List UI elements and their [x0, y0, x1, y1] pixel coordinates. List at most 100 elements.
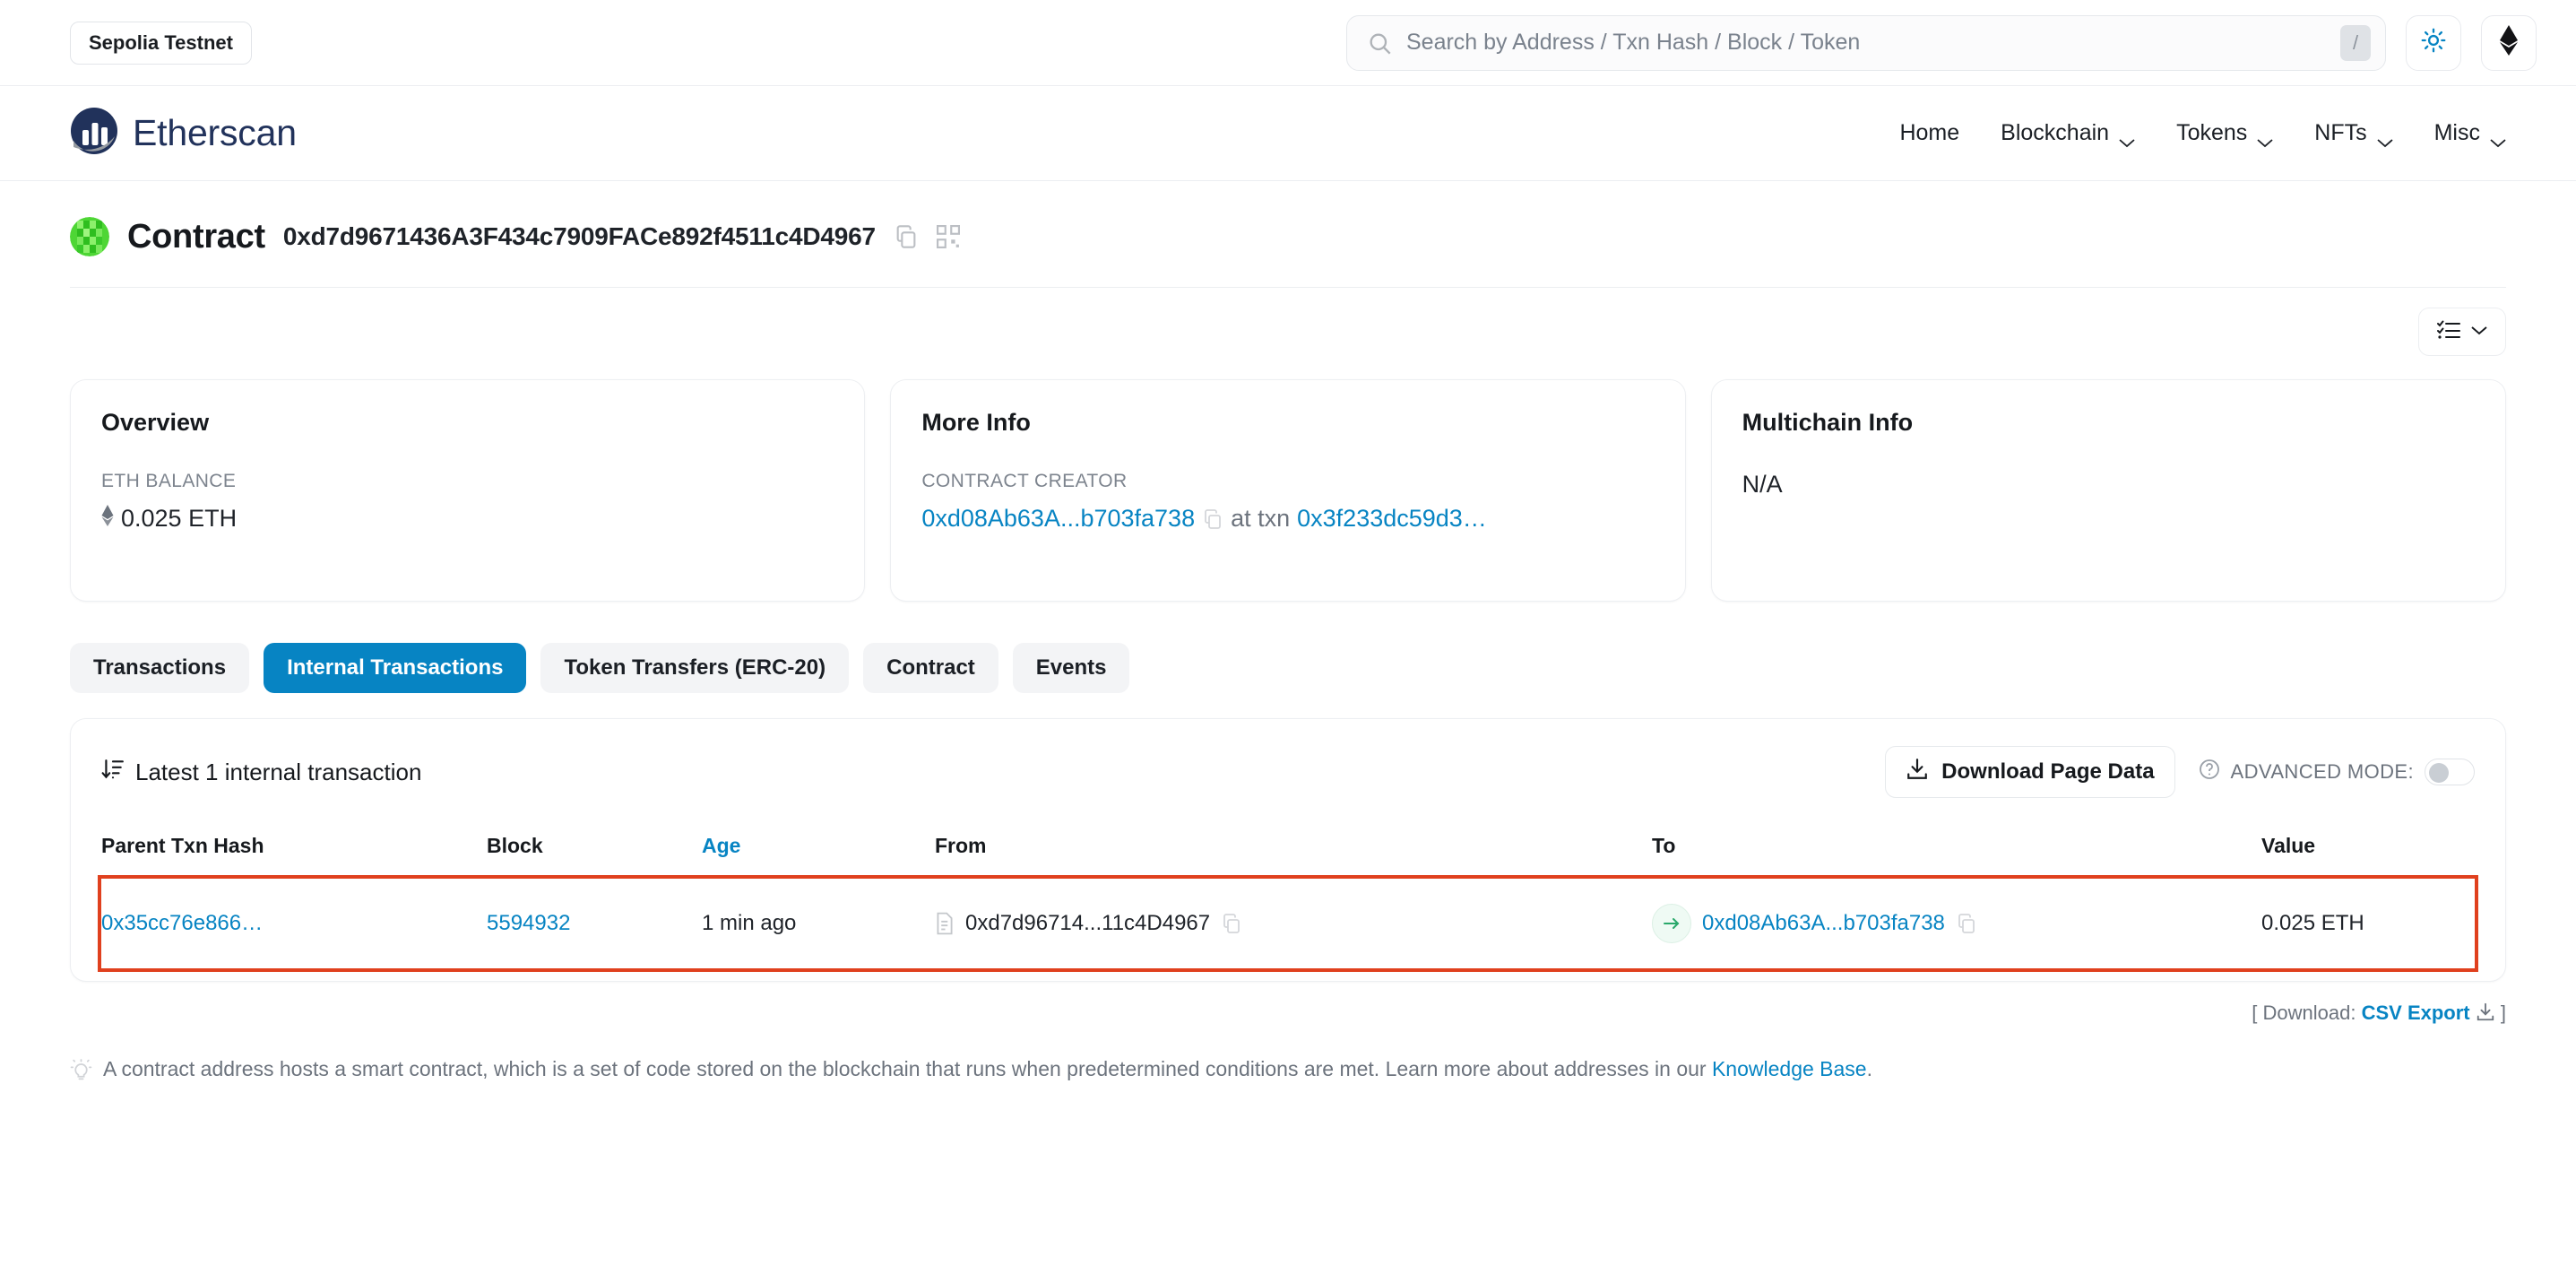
eth-balance-label: ETH BALANCE [101, 471, 237, 491]
block-link[interactable]: 5594932 [487, 911, 570, 935]
internal-transactions-panel: Latest 1 internal transaction Download P… [70, 718, 2506, 982]
cell-from: 0xd7d96714...11c4D4967 [935, 879, 1652, 969]
at-txn-label: at txn [1231, 505, 1291, 532]
copy-icon[interactable] [1221, 913, 1242, 934]
view-options-button[interactable] [2418, 308, 2506, 356]
copy-icon[interactable] [894, 224, 919, 249]
nav-item-home[interactable]: Home [1899, 120, 1959, 146]
contract-creator-row: 0xd08Ab63A...b703fa738 at txn 0x3f233dc5… [921, 505, 1654, 533]
table-header-row: Parent Txn Hash Block Age From To Value [101, 823, 2475, 879]
multichain-card-title: Multichain Info [1742, 409, 1914, 436]
overview-card-title: Overview [101, 409, 210, 436]
search-icon [1367, 30, 1392, 56]
cell-parent-txn-hash: 0x35cc76e866… [101, 879, 487, 969]
multichain-info-card: Multichain Info N/A [1710, 379, 2506, 602]
tab-transactions[interactable]: Transactions [70, 643, 250, 693]
column-to: To [1652, 823, 2261, 879]
csv-export-prefix: [ Download: [2252, 1002, 2362, 1024]
ethereum-diamond-icon [2499, 25, 2519, 60]
chevron-down-icon [2377, 128, 2393, 148]
download-page-data-label: Download Page Data [1941, 759, 2155, 784]
internal-transactions-table: Parent Txn Hash Block Age From To Value … [98, 823, 2478, 972]
to-address-link[interactable]: 0xd08Ab63A...b703fa738 [1702, 911, 1945, 936]
arrow-right-icon [1652, 904, 1691, 943]
main-navigation: Etherscan Home Blockchain Tokens NFTs Mi… [0, 86, 2576, 181]
knowledge-base-link[interactable]: Knowledge Base [1712, 1057, 1867, 1080]
overview-card: Overview ETH BALANCE 0.025 ETH [70, 379, 866, 602]
column-age[interactable]: Age [702, 823, 935, 879]
tab-events[interactable]: Events [1012, 643, 1130, 693]
panel-heading-group: Latest 1 internal transaction [101, 758, 421, 787]
chevron-down-icon [2257, 128, 2273, 148]
tab-internal-transactions[interactable]: Internal Transactions [264, 643, 527, 693]
nav-item-blockchain[interactable]: Blockchain [2001, 120, 2135, 148]
panel-heading-text: Latest 1 internal transaction [135, 758, 422, 785]
note-text-group: A contract address hosts a smart contrac… [103, 1057, 1872, 1081]
csv-export-row: [ Download: CSV Export ] [0, 982, 2576, 1025]
download-page-data-button[interactable]: Download Page Data [1885, 746, 2175, 798]
top-utility-bar: Sepolia Testnet / [0, 0, 2576, 86]
advanced-mode-label: ADVANCED MODE: [2230, 760, 2414, 783]
table-row[interactable]: 0x35cc76e866… 5594932 1 min ago 0xd7d967… [98, 874, 2478, 972]
nav-item-label: Blockchain [2001, 120, 2110, 145]
column-from: From [935, 823, 1652, 879]
table-panel-wrap: Latest 1 internal transaction Download P… [0, 693, 2576, 982]
panel-header: Latest 1 internal transaction Download P… [71, 719, 2505, 823]
sun-icon [2421, 28, 2446, 57]
nav-item-tokens[interactable]: Tokens [2176, 120, 2273, 148]
options-row [0, 288, 2576, 365]
nav-item-misc[interactable]: Misc [2434, 120, 2506, 148]
more-info-card-title: More Info [921, 409, 1031, 436]
nav-links: Home Blockchain Tokens NFTs Misc [1899, 120, 2506, 148]
address-identicon [70, 217, 109, 256]
csv-export-link[interactable]: CSV Export [2362, 1002, 2470, 1024]
network-selector[interactable]: Sepolia Testnet [70, 21, 252, 65]
advanced-mode-group: ADVANCED MODE: [2199, 759, 2475, 785]
parent-txn-hash-link[interactable]: 0x35cc76e866… [101, 911, 263, 935]
nav-item-nfts[interactable]: NFTs [2314, 120, 2393, 148]
from-group: 0xd7d96714...11c4D4967 [935, 911, 1652, 936]
chevron-down-icon [2119, 128, 2135, 148]
nav-item-label: Home [1899, 120, 1960, 145]
chain-selector-button[interactable] [2481, 14, 2537, 71]
multichain-value: N/A [1742, 471, 1783, 498]
chevron-down-icon [2471, 324, 2487, 340]
chevron-down-icon [2490, 128, 2506, 148]
note-end: . [1866, 1057, 1872, 1080]
contract-creator-address-link[interactable]: 0xd08Ab63A...b703fa738 [921, 505, 1195, 533]
eth-balance-value-row: 0.025 ETH [101, 505, 834, 533]
cell-to: 0xd08Ab63A...b703fa738 [1652, 879, 2261, 969]
sort-descending-icon[interactable] [101, 758, 125, 787]
csv-export-suffix: ] [2500, 1002, 2506, 1024]
nav-item-label: NFTs [2314, 120, 2367, 145]
advanced-mode-toggle[interactable] [2425, 759, 2475, 785]
more-info-card: More Info CONTRACT CREATOR 0xd08Ab63A...… [890, 379, 1686, 602]
search-bar[interactable]: / [1346, 14, 2386, 71]
creation-txn-link[interactable]: 0x3f233dc59d3… [1297, 505, 1487, 533]
ethereum-diamond-icon [101, 505, 114, 533]
search-input[interactable] [1392, 30, 2340, 56]
content-tabs: Transactions Internal Transactions Token… [0, 602, 2576, 693]
table-body: 0x35cc76e866… 5594932 1 min ago 0xd7d967… [98, 874, 2478, 972]
question-circle-icon[interactable] [2199, 759, 2220, 785]
eth-balance-value: 0.025 ETH [121, 505, 238, 532]
download-icon[interactable] [2476, 1002, 2501, 1024]
table-container: Parent Txn Hash Block Age From To Value … [71, 823, 2505, 981]
copy-icon[interactable] [1202, 508, 1223, 530]
contract-address: 0xd7d9671436A3F434c7909FACe892f4511c4D49… [282, 222, 876, 250]
qr-code-icon[interactable] [936, 225, 960, 248]
tab-token-transfers[interactable]: Token Transfers (ERC-20) [540, 643, 850, 693]
column-value: Value [2261, 823, 2475, 879]
topbar-right-group: / [1346, 14, 2537, 71]
page-header: Contract 0xd7d9671436A3F434c7909FACe892f… [0, 181, 2576, 287]
cell-value: 0.025 ETH [2261, 911, 2364, 935]
theme-toggle-button[interactable] [2406, 14, 2461, 71]
from-address: 0xd7d96714...11c4D4967 [965, 911, 1211, 935]
search-shortcut-badge: / [2340, 24, 2371, 61]
brand-logo[interactable]: Etherscan [70, 107, 297, 160]
to-group: 0xd08Ab63A...b703fa738 [1652, 904, 2261, 943]
lightbulb-icon [70, 1059, 92, 1087]
tab-contract[interactable]: Contract [863, 643, 998, 693]
nav-item-label: Tokens [2176, 120, 2248, 145]
copy-icon[interactable] [1956, 913, 1977, 934]
